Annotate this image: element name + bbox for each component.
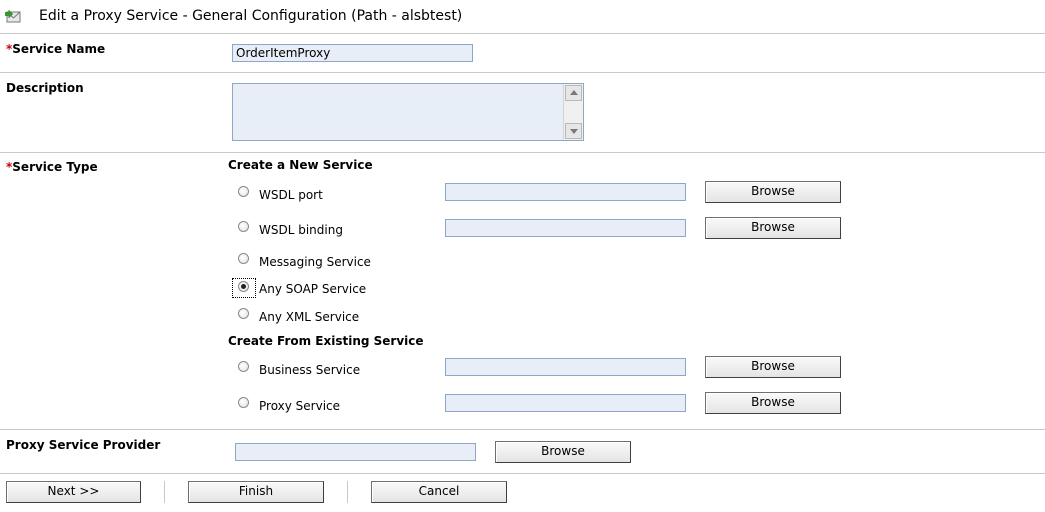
arrow-up-icon <box>570 90 578 95</box>
create-new-heading: Create a New Service <box>228 158 373 172</box>
finish-button[interactable]: Finish <box>188 481 324 503</box>
description-textarea[interactable] <box>232 83 584 141</box>
divider <box>0 429 1045 430</box>
proxy-service-icon <box>5 9 21 23</box>
wsdl-binding-browse-button[interactable]: Browse <box>705 217 841 239</box>
cancel-button[interactable]: Cancel <box>371 481 507 503</box>
radio-any-soap-service[interactable] <box>238 281 249 292</box>
proxy-service-input[interactable] <box>445 394 686 412</box>
button-separator <box>164 481 165 503</box>
service-name-input[interactable]: OrderItemProxy <box>232 44 473 62</box>
business-service-input[interactable] <box>445 358 686 376</box>
business-service-browse-button[interactable]: Browse <box>705 356 841 378</box>
radio-proxy-service[interactable] <box>238 397 249 408</box>
wsdl-binding-label: WSDL binding <box>259 223 343 237</box>
business-service-label: Business Service <box>259 363 361 377</box>
radio-wsdl-port[interactable] <box>238 186 249 197</box>
proxy-service-label: Proxy Service <box>259 399 341 413</box>
wsdl-port-label: WSDL port <box>259 188 323 202</box>
button-separator <box>347 481 348 503</box>
description-scrollbar[interactable] <box>563 84 583 140</box>
next-button[interactable]: Next >> <box>6 481 141 503</box>
messaging-service-label: Messaging Service <box>259 255 371 269</box>
service-name-label: *Service Name <box>6 42 106 56</box>
divider <box>0 473 1045 474</box>
description-label: Description <box>6 81 84 95</box>
scroll-down-button[interactable] <box>565 123 582 139</box>
service-type-label: *Service Type <box>6 160 98 174</box>
create-existing-heading: Create From Existing Service <box>228 334 424 348</box>
wsdl-port-browse-button[interactable]: Browse <box>705 181 841 203</box>
any-xml-service-label: Any XML Service <box>259 310 360 324</box>
radio-selected-dot <box>241 284 246 289</box>
provider-input[interactable] <box>235 443 476 461</box>
wsdl-binding-input[interactable] <box>445 219 686 237</box>
radio-messaging-service[interactable] <box>238 253 249 264</box>
wsdl-port-input[interactable] <box>445 183 686 201</box>
any-soap-service-label: Any SOAP Service <box>259 282 367 296</box>
radio-wsdl-binding[interactable] <box>238 221 249 232</box>
scroll-up-button[interactable] <box>565 85 582 101</box>
divider <box>0 152 1045 153</box>
divider <box>0 33 1045 34</box>
arrow-down-icon <box>570 129 578 134</box>
radio-any-xml-service[interactable] <box>238 308 249 319</box>
provider-browse-button[interactable]: Browse <box>495 441 631 463</box>
proxy-service-browse-button[interactable]: Browse <box>705 392 841 414</box>
provider-label: Proxy Service Provider <box>6 438 161 452</box>
radio-business-service[interactable] <box>238 361 249 372</box>
divider <box>0 72 1045 73</box>
page-title: Edit a Proxy Service - General Configura… <box>39 8 463 24</box>
